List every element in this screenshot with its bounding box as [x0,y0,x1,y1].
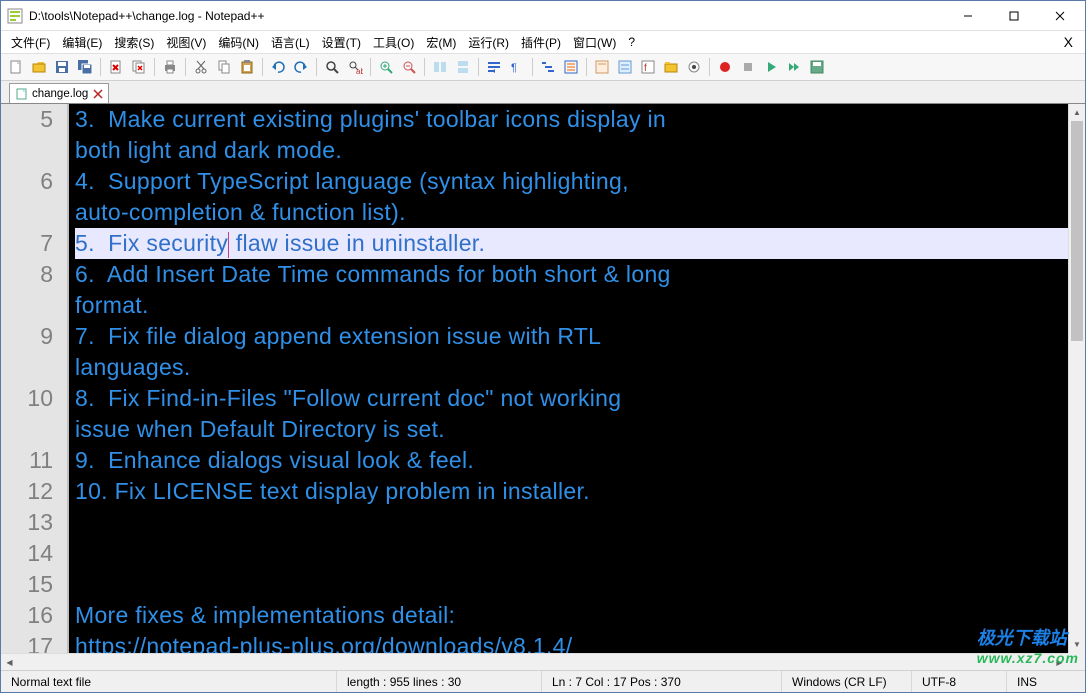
line-number-gutter: 567891011121314151617 [1,104,69,670]
outdent-icon[interactable] [560,56,582,78]
scroll-left-icon[interactable]: ◀ [1,654,18,670]
sync-v-icon[interactable] [429,56,451,78]
status-eol[interactable]: Windows (CR LF) [781,671,911,692]
file-icon [16,88,28,100]
play-multi-icon[interactable] [783,56,805,78]
menu-encoding[interactable]: 编码(N) [212,32,265,53]
menubar: 文件(F) 编辑(E) 搜索(S) 视图(V) 编码(N) 语言(L) 设置(T… [1,31,1085,53]
status-mode[interactable]: INS [1006,671,1085,692]
svg-text:¶: ¶ [511,62,517,74]
play-macro-icon[interactable] [760,56,782,78]
func-list-icon[interactable]: f [637,56,659,78]
close-button[interactable] [1037,1,1083,31]
scroll-corner [1068,653,1085,670]
window-title: D:\tools\Notepad++\change.log - Notepad+… [29,9,945,23]
monitor-icon[interactable] [683,56,705,78]
paste-icon[interactable] [236,56,258,78]
replace-icon[interactable]: ab [344,56,366,78]
app-icon [7,8,23,24]
record-macro-icon[interactable] [714,56,736,78]
close-all-icon[interactable] [128,56,150,78]
open-file-icon[interactable] [28,56,50,78]
svg-text:f: f [644,63,647,74]
indent-guide-icon[interactable] [537,56,559,78]
stop-macro-icon[interactable] [737,56,759,78]
menu-help[interactable]: ? [622,33,641,51]
tab-label: change.log [32,88,88,100]
new-file-icon[interactable] [5,56,27,78]
menu-search[interactable]: 搜索(S) [108,32,160,53]
close-file-icon[interactable] [105,56,127,78]
status-position: Ln : 7 Col : 17 Pos : 370 [541,671,781,692]
undo-icon[interactable] [267,56,289,78]
menu-tools[interactable]: 工具(O) [367,32,420,53]
scroll-up-icon[interactable]: ▲ [1069,104,1085,121]
statusbar: Normal text file length : 955 lines : 30… [1,670,1085,692]
save-icon[interactable] [51,56,73,78]
status-length: length : 955 lines : 30 [336,671,541,692]
code-area[interactable]: 3. Make current existing plugins' toolba… [69,104,1085,670]
doc-map-icon[interactable] [591,56,613,78]
scroll-down-icon[interactable]: ▼ [1069,636,1085,653]
toolbar: ab ¶ f [1,53,1085,81]
redo-icon[interactable] [290,56,312,78]
zoom-in-icon[interactable] [375,56,397,78]
titlebar: D:\tools\Notepad++\change.log - Notepad+… [1,1,1085,31]
save-all-icon[interactable] [74,56,96,78]
wordwrap-icon[interactable] [483,56,505,78]
menu-language[interactable]: 语言(L) [265,32,316,53]
menu-x[interactable]: X [1056,34,1081,50]
menu-window[interactable]: 窗口(W) [567,32,622,53]
horizontal-scrollbar[interactable]: ◀ ▶ [1,653,1068,670]
menu-run[interactable]: 运行(R) [462,32,515,53]
save-macro-icon[interactable] [806,56,828,78]
scroll-right-icon[interactable]: ▶ [1051,654,1068,670]
folder-view-icon[interactable] [660,56,682,78]
status-encoding[interactable]: UTF-8 [911,671,1006,692]
sync-h-icon[interactable] [452,56,474,78]
find-icon[interactable] [321,56,343,78]
scroll-thumb-v[interactable] [1071,121,1083,341]
svg-text:ab: ab [356,67,363,75]
tab-close-icon[interactable] [92,88,104,100]
minimize-button[interactable] [945,1,991,31]
doc-list-icon[interactable] [614,56,636,78]
tabbar: change.log [1,81,1085,103]
menu-macro[interactable]: 宏(M) [420,32,462,53]
menu-view[interactable]: 视图(V) [160,32,212,53]
menu-plugins[interactable]: 插件(P) [515,32,567,53]
print-icon[interactable] [159,56,181,78]
editor[interactable]: 567891011121314151617 3. Make current ex… [1,103,1085,670]
maximize-button[interactable] [991,1,1037,31]
tab-change-log[interactable]: change.log [9,83,109,103]
menu-settings[interactable]: 设置(T) [316,32,367,53]
menu-edit[interactable]: 编辑(E) [56,32,108,53]
zoom-out-icon[interactable] [398,56,420,78]
cut-icon[interactable] [190,56,212,78]
vertical-scrollbar[interactable]: ▲ ▼ [1068,104,1085,653]
copy-icon[interactable] [213,56,235,78]
status-filetype: Normal text file [1,671,336,692]
show-all-chars-icon[interactable]: ¶ [506,56,528,78]
menu-file[interactable]: 文件(F) [5,32,56,53]
